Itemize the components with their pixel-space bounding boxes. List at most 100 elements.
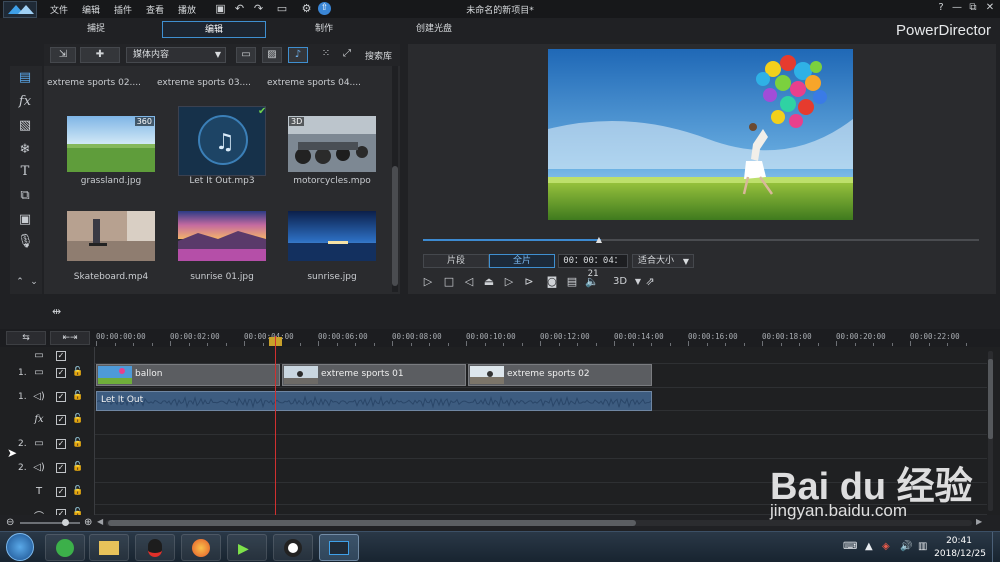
settings-gear-icon[interactable]: ⚙ (300, 2, 313, 15)
track-lock-icon[interactable]: 🔓 (72, 486, 83, 496)
audio-mixing-room-icon[interactable]: ▣ (17, 212, 33, 228)
taskbar-powerdirector[interactable] (319, 534, 359, 561)
scroll-down-icon[interactable]: ⌄ (26, 274, 42, 290)
restore-button[interactable]: ⧉ (967, 2, 979, 13)
timeline-video-clip[interactable]: extreme sports 01 (282, 364, 466, 386)
tab-capture[interactable]: 捕捉 (44, 21, 148, 38)
timecode-display[interactable]: 00：00：04：21 (558, 254, 628, 279)
aspect-ratio-icon[interactable]: ▭ (273, 2, 291, 15)
track-enable-checkbox[interactable]: ✓ (56, 392, 66, 402)
transition-room-icon[interactable]: ⧉ (17, 188, 33, 204)
timeline-video-clip[interactable]: extreme sports 02 (468, 364, 652, 386)
minimize-button[interactable]: — (951, 2, 963, 13)
zoom-in-icon[interactable]: ⊕ (84, 517, 92, 528)
movie-mode-tab[interactable]: 全片 (489, 254, 555, 268)
video-filter-icon[interactable]: ▭ (236, 47, 256, 63)
pip-room-icon[interactable]: ▧ (17, 118, 33, 134)
library-scrollbar[interactable] (392, 66, 398, 292)
media-thumb-sunrise-01[interactable] (178, 211, 266, 261)
stop-icon[interactable]: □ (441, 274, 457, 290)
keyboard-tray-icon[interactable]: ⌨ (843, 541, 857, 552)
undo-icon[interactable]: ↶ (233, 2, 246, 15)
media-item-caption[interactable]: sunrise.jpg (282, 272, 382, 282)
timeline-audio-clip[interactable]: Let It Out (96, 391, 652, 411)
show-desktop-button[interactable] (992, 532, 1000, 562)
fullscreen-icon[interactable]: ⤢ (340, 47, 354, 63)
app-logo[interactable] (3, 1, 37, 18)
zoom-slider[interactable] (20, 522, 80, 524)
media-content-dropdown[interactable]: 媒体内容 ▼ (126, 47, 226, 63)
track-enable-checkbox[interactable]: ✓ (56, 487, 66, 497)
media-thumb-grassland[interactable]: 360 (67, 116, 155, 172)
save-icon[interactable]: ▣ (214, 2, 227, 15)
network-tray-icon[interactable]: ▥ (918, 541, 927, 552)
redo-icon[interactable]: ↷ (252, 2, 265, 15)
zoom-slider-handle[interactable] (62, 519, 69, 526)
close-button[interactable]: ✕ (984, 2, 996, 13)
fit-timeline-icon[interactable]: ⇹ (52, 305, 61, 318)
track-lock-icon[interactable]: 🔓 (72, 414, 83, 424)
media-item-caption[interactable]: extreme sports 02.... (44, 78, 144, 88)
track-enable-checkbox[interactable]: ✓ (56, 351, 66, 361)
clock-date[interactable]: 2018/12/25 (934, 549, 986, 559)
split-icon[interactable]: ⏏ (481, 274, 497, 290)
media-thumb-let-it-out[interactable]: ♫ (178, 106, 266, 176)
snapshot-camera-icon[interactable]: ◙ (544, 274, 560, 290)
audio-filter-icon[interactable]: ♪ (288, 47, 308, 63)
play-icon[interactable]: ▷ (420, 274, 436, 290)
taskbar-firefox[interactable] (181, 534, 221, 561)
subtitle-icon[interactable]: ▤ (564, 274, 580, 290)
help-button[interactable]: ? (935, 2, 947, 13)
timeline-video-clip[interactable]: ballon (96, 364, 280, 386)
zoom-out-icon[interactable]: ⊖ (6, 517, 14, 528)
preview-seek-bar[interactable] (423, 239, 979, 241)
image-filter-icon[interactable]: ▨ (262, 47, 282, 63)
media-thumb-motorcycles[interactable]: 3D (288, 116, 376, 172)
taskbar-qq[interactable] (135, 534, 175, 561)
security-tray-icon[interactable]: ◈ (882, 541, 890, 552)
fast-forward-icon[interactable]: ⊳ (521, 274, 537, 290)
volume-tray-icon[interactable]: 🔊 (900, 541, 912, 552)
taskbar-explorer[interactable] (89, 534, 129, 561)
menu-edit[interactable]: 编辑 (82, 3, 100, 16)
media-item-caption[interactable]: grassland.jpg (61, 176, 161, 186)
track-enable-checkbox[interactable]: ✓ (56, 368, 66, 378)
clock-time[interactable]: 20:41 (946, 536, 972, 546)
effects-room-icon[interactable]: fx (17, 94, 33, 110)
title-room-icon[interactable]: T (17, 164, 33, 180)
plugin-puzzle-icon[interactable]: ✚ (80, 47, 120, 63)
track-lock-icon[interactable]: 🔓 (72, 462, 83, 472)
scroll-left-icon[interactable]: ◀ (97, 517, 103, 526)
taskbar-recorder[interactable] (273, 534, 313, 561)
track-enable-checkbox[interactable]: ✓ (56, 415, 66, 425)
track-manager-icon[interactable]: ⇆ (6, 331, 46, 345)
particle-room-icon[interactable]: ❄ (17, 142, 33, 158)
media-item-caption[interactable]: Let It Out.mp3 (172, 176, 272, 186)
library-scroll-thumb[interactable] (392, 166, 398, 286)
show-hidden-icons-icon[interactable]: ▲ (865, 541, 873, 552)
upgrade-icon[interactable]: ⇧ (318, 2, 331, 15)
track-lock-icon[interactable]: 🔓 (72, 367, 83, 377)
timeline-ruler[interactable]: ⇆ ⇤⇥ 00:00:00:0000:00:02:0000:00:04:0000… (0, 329, 1000, 347)
media-thumb-sunrise[interactable] (288, 211, 376, 261)
menu-playback[interactable]: 播放 (178, 3, 196, 16)
clip-mode-tab[interactable]: 片段 (423, 254, 489, 268)
tab-create-disc[interactable]: 创建光盘 (382, 21, 486, 38)
next-frame-icon[interactable]: ▷ (501, 274, 517, 290)
media-item-caption[interactable]: extreme sports 04.... (264, 78, 364, 88)
start-button[interactable] (6, 533, 34, 561)
media-item-caption[interactable]: sunrise 01.jpg (172, 272, 272, 282)
media-item-caption[interactable]: extreme sports 03.... (154, 78, 254, 88)
taskbar-app-360[interactable] (45, 534, 85, 561)
taskbar-camtasia[interactable]: ▶ (227, 534, 267, 561)
media-item-caption[interactable]: Skateboard.mp4 (61, 272, 161, 282)
seek-handle-icon[interactable]: ▲ (596, 235, 602, 244)
track-lock-icon[interactable]: 🔓 (72, 391, 83, 401)
volume-icon[interactable]: 🔈 (584, 274, 600, 290)
search-library-label[interactable]: 搜索库 (365, 49, 392, 62)
menu-file[interactable]: 文件 (50, 3, 68, 16)
playhead-line[interactable] (275, 336, 276, 518)
media-room-icon[interactable]: ▤ (17, 70, 33, 86)
marker-icon[interactable]: ⇤⇥ (50, 331, 90, 345)
track-enable-checkbox[interactable]: ✓ (56, 439, 66, 449)
